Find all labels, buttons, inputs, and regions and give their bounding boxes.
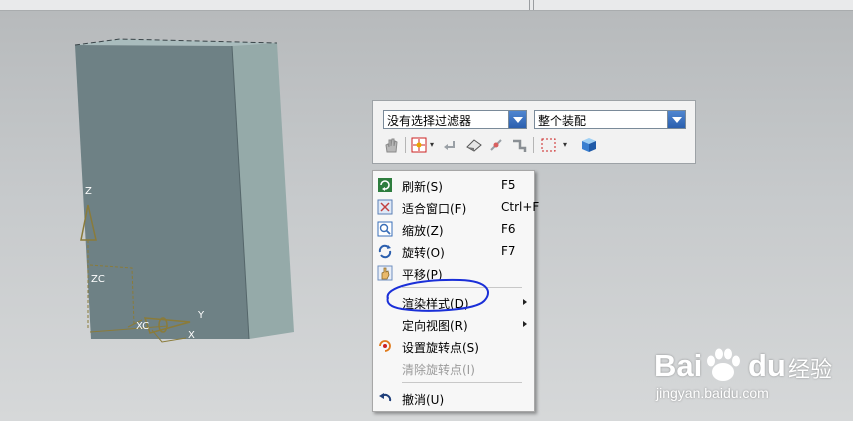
menu-item-label: 定向视图(R) [402,319,468,333]
menu-item-refresh[interactable]: 刷新(S) F5 [373,174,534,196]
menu-item-label: 清除旋转点(I) [402,363,475,377]
menu-item-orient-view[interactable]: 定向视图(R) [373,313,534,335]
menu-item-zoom[interactable]: 缩放(Z) F6 [373,218,534,240]
watermark-url: jingyan.baidu.com [656,385,769,401]
rotate-icon [378,244,392,259]
eraser-icon[interactable] [465,136,483,154]
selection-scope-value: 整个装配 [538,114,587,128]
menu-item-rotate[interactable]: 旋转(O) F7 [373,240,534,262]
chevron-down-icon[interactable]: ▾ [563,140,567,149]
axis-y-label: Y [197,310,205,321]
block-front-face [75,45,249,339]
menu-item-shortcut: F6 [501,222,516,236]
box-select-icon[interactable] [540,136,558,154]
menu-item-fit-window[interactable]: 适合窗口(F) Ctrl+F [373,196,539,218]
graphics-window[interactable]: Z ZC XC Y X 没有选择过滤器 整个装配 ▾ ▾ 刷新(S) F5 适合… [0,0,853,421]
selection-toolbar: 没有选择过滤器 整个装配 [372,100,696,164]
hand-select-icon[interactable] [382,136,400,154]
menu-item-label: 缩放(Z) [402,224,444,238]
type-filter-icon[interactable] [410,136,428,154]
fit-window-icon [377,199,393,215]
menu-item-shortcut: Ctrl+F [501,200,540,214]
point-snap-icon[interactable] [487,136,505,154]
link-icon[interactable] [510,136,528,154]
menu-item-label: 适合窗口(F) [402,202,467,216]
watermark-brand-du: du [748,348,786,383]
menu-item-set-rotate-point[interactable]: 设置旋转点(S) [373,335,534,357]
undo-icon [379,393,392,402]
type-filter-dropdown[interactable]: 没有选择过滤器 [383,110,527,129]
toolbar-separator [405,137,406,153]
set-rotate-point-icon [379,340,391,352]
refresh-icon [378,178,392,192]
zoom-icon [377,221,393,237]
menu-item-label: 撤消(U) [402,393,445,407]
menu-item-undo[interactable]: 撤消(U) [373,387,534,409]
menu-item-label: 旋转(O) [402,246,445,260]
undo-arrow-icon[interactable] [441,136,459,154]
watermark-brand-bai: Bai [654,348,703,383]
toolbar-separator [533,137,534,153]
menu-item-shortcut: F5 [501,178,516,192]
submenu-arrow-icon [523,299,527,305]
axis-xc-label: XC [136,321,149,332]
dropdown-arrow-icon[interactable] [508,111,526,128]
solid-cube-icon[interactable] [580,136,598,154]
menu-separator [402,382,522,383]
baidu-paw-logo-icon [707,348,740,381]
axis-x-label: X [188,330,195,341]
highlight-annotation-circle [386,278,489,312]
block-model[interactable] [74,38,294,340]
dropdown-arrow-icon[interactable] [667,111,685,128]
watermark-brand-jingyan: 经验 [788,358,833,383]
submenu-arrow-icon [523,321,527,327]
baidu-jingyan-watermark: Bai du 经验 jingyan.baidu.com [650,348,850,408]
axis-zc-label: ZC [91,274,105,285]
selection-scope-dropdown[interactable]: 整个装配 [534,110,686,129]
axis-z-label: Z [85,186,92,197]
menu-item-clear-rotate-point: 清除旋转点(I) [373,357,534,379]
menu-item-label: 设置旋转点(S) [402,341,479,355]
chevron-down-icon[interactable]: ▾ [430,140,434,149]
menu-item-shortcut: F7 [501,244,516,258]
menu-item-label: 刷新(S) [402,180,443,194]
type-filter-value: 没有选择过滤器 [387,114,472,128]
